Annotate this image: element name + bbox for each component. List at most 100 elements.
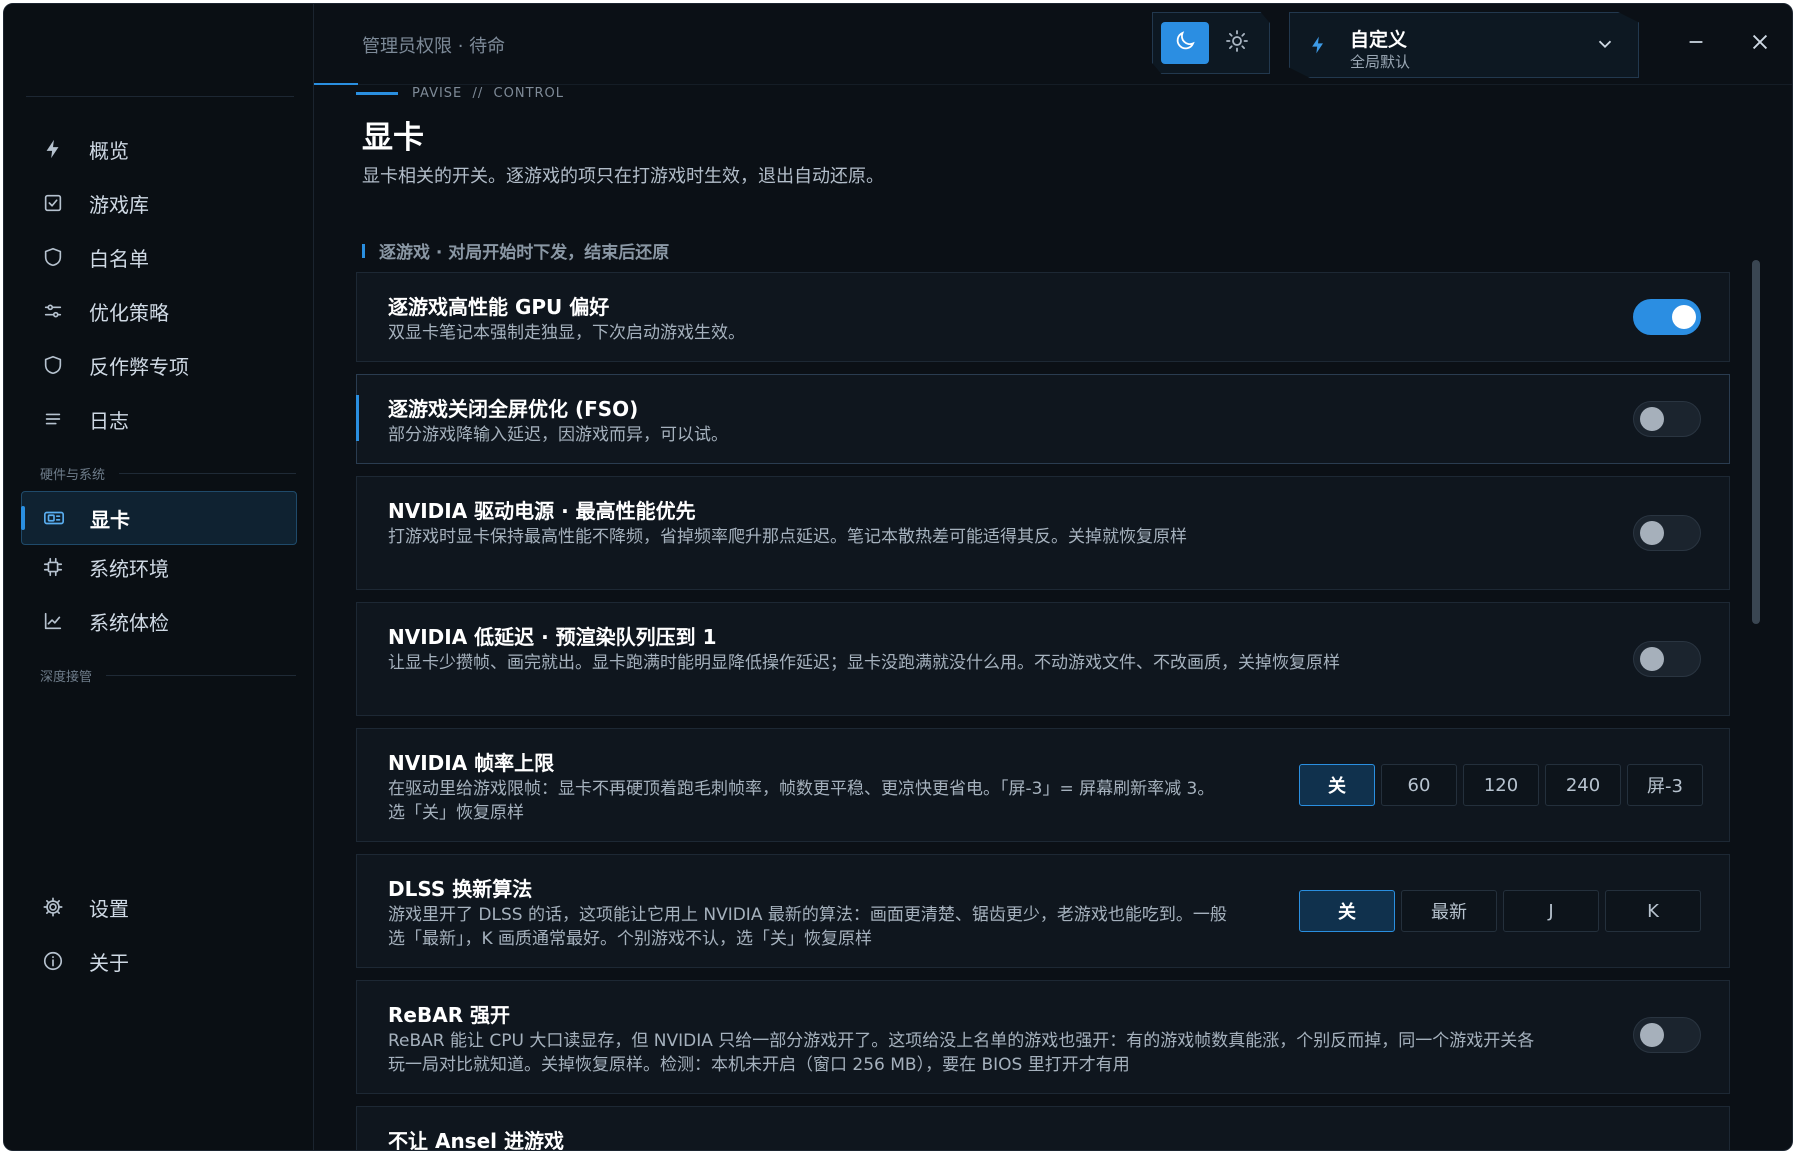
toggle-knob: [1672, 305, 1696, 329]
sidebar-item-whitelist[interactable]: 白名单: [21, 230, 297, 284]
setting-title: 逐游戏高性能 GPU 偏好: [388, 295, 610, 319]
profile-title: 自定义: [1350, 29, 1408, 51]
sidebar-item-label: 白名单: [89, 246, 149, 271]
profile-select[interactable]: 自定义 全局默认: [1289, 12, 1639, 78]
sidebar-item-label: 关于: [89, 950, 129, 975]
setting-card-frame-limit: NVIDIA 帧率上限 在驱动里给游戏限帧：显卡不再硬顶着跑毛刺帧率，帧数更平稳…: [356, 728, 1730, 842]
setting-title: NVIDIA 低延迟 · 预渲染队列压到 1: [388, 625, 717, 649]
setting-card-gpu-preference: 逐游戏高性能 GPU 偏好 双显卡笔记本强制走独显，下次启动游戏生效。: [356, 272, 1730, 362]
nvidia-power-toggle[interactable]: [1633, 515, 1701, 551]
setting-title: 不让 Ansel 进游戏: [388, 1129, 564, 1151]
frame-limit-option-off[interactable]: 关: [1299, 764, 1375, 806]
frame-limit-option-60[interactable]: 60: [1381, 764, 1457, 806]
topbar-divider: [314, 84, 1792, 85]
dark-theme-button[interactable]: [1161, 22, 1209, 64]
toggle-knob: [1640, 1023, 1664, 1047]
sidebar-item-strategy[interactable]: 优化策略: [21, 284, 297, 338]
toggle-knob: [1640, 407, 1664, 431]
sidebar-divider: [26, 96, 294, 97]
shield-icon: [41, 353, 65, 377]
setting-description: 双显卡笔记本强制走独显，下次启动游戏生效。: [388, 323, 745, 343]
sidebar-item-game-library[interactable]: 游戏库: [21, 176, 297, 230]
setting-card-ansel: 不让 Ansel 进游戏: [356, 1106, 1730, 1151]
sidebar-item-label: 优化策略: [89, 300, 169, 325]
sidebar-item-label: 显卡: [90, 507, 130, 532]
sidebar-item-label: 系统体检: [89, 610, 169, 635]
close-icon: [1749, 31, 1771, 57]
sun-icon: [1225, 29, 1249, 57]
sidebar-item-label: 反作弊专项: [89, 354, 189, 379]
frame-limit-option-120[interactable]: 120: [1463, 764, 1539, 806]
chip-icon: [41, 555, 65, 579]
dlss-option-k[interactable]: K: [1605, 890, 1701, 932]
app-window: 概览 游戏库 白名单 优化策略 反作弊专项 日志 硬件与系统 显卡 系统环境 系…: [3, 3, 1793, 1151]
page-description: 显卡相关的开关。逐游戏的项只在打游戏时生效，退出自动还原。: [362, 166, 884, 187]
bolt-icon: [41, 137, 65, 161]
topbar-accent: [314, 83, 358, 85]
dlss-selector: 关 最新 J K: [1299, 890, 1701, 932]
fso-toggle[interactable]: [1633, 401, 1701, 437]
setting-card-nvidia-low-latency: NVIDIA 低延迟 · 预渲染队列压到 1 让显卡少攒帧、画完就出。显卡跑满时…: [356, 602, 1730, 716]
setting-description: 让显卡少攒帧、画完就出。显卡跑满时能明显降低操作延迟；显卡没跑满就没什么用。不动…: [388, 653, 1340, 673]
dlss-option-latest[interactable]: 最新: [1401, 890, 1497, 932]
setting-title: NVIDIA 帧率上限: [388, 751, 555, 775]
minimize-icon: [1685, 31, 1707, 57]
chevron-down-icon: [1594, 33, 1616, 59]
setting-description: 部分游戏降输入延迟，因游戏而异，可以试。: [388, 425, 728, 445]
setting-title: 逐游戏关闭全屏优化 (FSO): [388, 397, 639, 421]
setting-title: NVIDIA 驱动电源 · 最高性能优先: [388, 499, 696, 523]
theme-toggle: [1152, 12, 1270, 74]
setting-description: 游戏里开了 DLSS 的话，这项能让它用上 NVIDIA 最新的算法：画面更清楚…: [388, 905, 1227, 949]
setting-description: 在驱动里给游戏限帧：显卡不再硬顶着跑毛刺帧率，帧数更平稳、更凉快更省电。「屏-3…: [388, 779, 1215, 823]
breadcrumb-accent: [356, 92, 398, 95]
moon-icon: [1173, 29, 1197, 57]
setting-description: ReBAR 能让 CPU 大口读显存，但 NVIDIA 只给一部分游戏开了。这项…: [388, 1031, 1535, 1075]
minimize-button[interactable]: [1674, 22, 1718, 66]
gpu-icon: [42, 506, 66, 530]
frame-limit-option-screen-minus-3[interactable]: 屏-3: [1627, 764, 1703, 806]
frame-limit-option-240[interactable]: 240: [1545, 764, 1621, 806]
sidebar-item-settings[interactable]: 设置: [21, 880, 297, 934]
sidebar-item-label: 设置: [89, 896, 129, 921]
sidebar-item-anticheat[interactable]: 反作弊专项: [21, 338, 297, 392]
info-icon: [41, 949, 65, 973]
frame-limit-selector: 关 60 120 240 屏-3: [1299, 764, 1703, 806]
dlss-option-j[interactable]: J: [1503, 890, 1599, 932]
setting-description: 打游戏时显卡保持最高性能不降频，省掉频率爬升那点延迟。笔记本散热差可能适得其反。…: [388, 527, 1187, 547]
group-label-hardware: 硬件与系统: [40, 464, 296, 483]
scrollbar[interactable]: [1752, 260, 1760, 624]
sidebar-item-overview[interactable]: 概览: [21, 122, 297, 176]
toggle-knob: [1640, 521, 1664, 545]
sidebar-item-gpu[interactable]: 显卡: [21, 491, 297, 545]
breadcrumb: PAVISE // CONTROL: [412, 86, 565, 101]
sidebar-item-system-env[interactable]: 系统环境: [21, 540, 297, 594]
gear-icon: [41, 895, 65, 919]
sidebar-item-about[interactable]: 关于: [21, 934, 297, 988]
sidebar-item-log[interactable]: 日志: [21, 392, 297, 446]
setting-title: ReBAR 强开: [388, 1003, 511, 1027]
shield-icon: [41, 245, 65, 269]
toggle-knob: [1640, 647, 1664, 671]
admin-status: 管理员权限 · 待命: [362, 36, 506, 57]
sidebar-item-label: 日志: [89, 408, 129, 433]
page-title: 显卡: [362, 120, 424, 156]
nvidia-low-latency-toggle[interactable]: [1633, 641, 1701, 677]
list-icon: [41, 407, 65, 431]
chart-icon: [41, 609, 65, 633]
sidebar-item-label: 概览: [89, 138, 129, 163]
section-title: 逐游戏 · 对局开始时下发，结束后还原: [362, 238, 669, 263]
group-label-deep: 深度接管: [40, 666, 296, 685]
gpu-preference-toggle[interactable]: [1633, 299, 1701, 335]
sidebar: 概览 游戏库 白名单 优化策略 反作弊专项 日志 硬件与系统 显卡 系统环境 系…: [4, 4, 314, 1150]
dlss-option-off[interactable]: 关: [1299, 890, 1395, 932]
bolt-icon: [1308, 33, 1328, 61]
setting-card-rebar: ReBAR 强开 ReBAR 能让 CPU 大口读显存，但 NVIDIA 只给一…: [356, 980, 1730, 1094]
setting-title: DLSS 换新算法: [388, 877, 533, 901]
light-theme-button[interactable]: [1213, 22, 1261, 64]
sidebar-item-system-check[interactable]: 系统体检: [21, 594, 297, 648]
close-button[interactable]: [1738, 22, 1782, 66]
checkbox-icon: [41, 191, 65, 215]
sliders-icon: [41, 299, 65, 323]
sidebar-item-label: 系统环境: [89, 556, 169, 581]
rebar-toggle[interactable]: [1633, 1017, 1701, 1053]
